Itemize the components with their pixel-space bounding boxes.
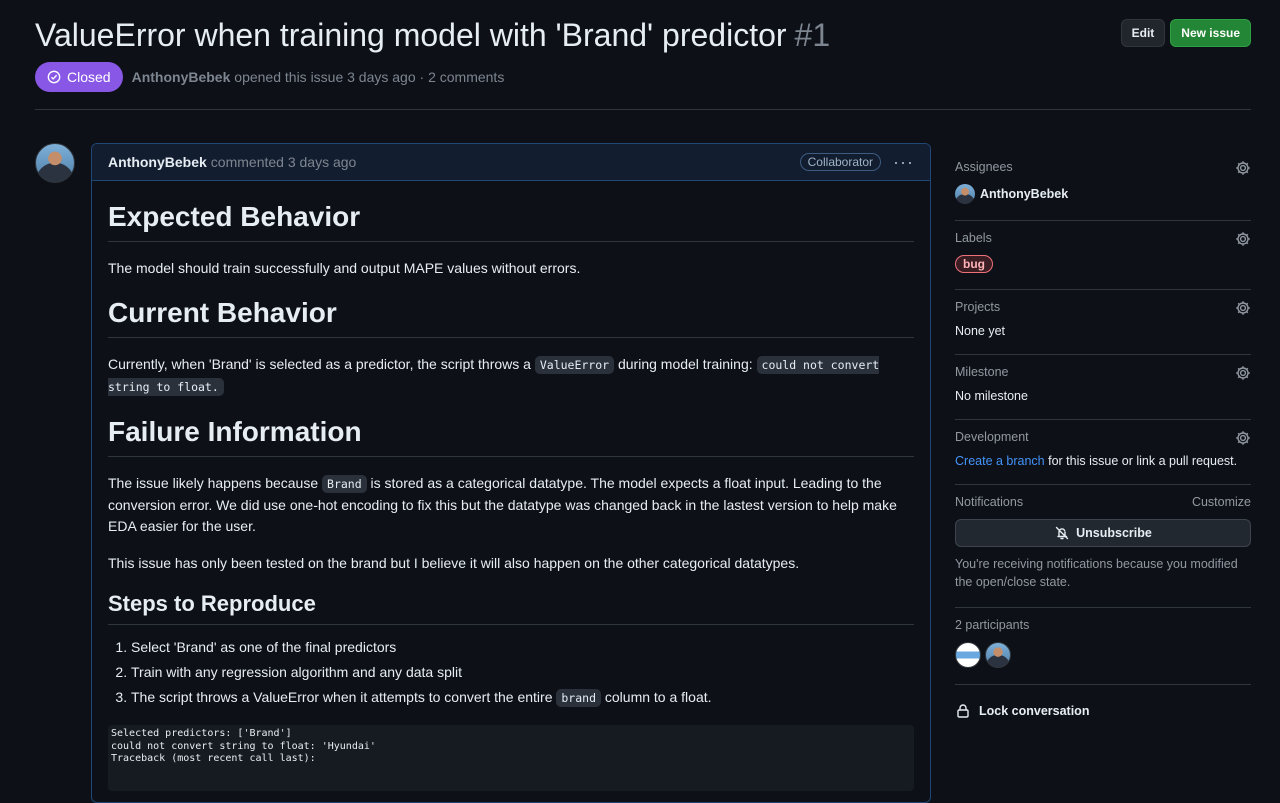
- comment-body: Expected Behavior The model should train…: [92, 181, 930, 791]
- issue-meta: Closed AnthonyBebek opened this issue 3 …: [35, 62, 504, 92]
- sidebar-participants: 2 participants: [955, 608, 1251, 685]
- issue-sidebar: Assignees AnthonyBebek Labels bug Projec…: [955, 150, 1251, 719]
- lock-icon: [957, 704, 969, 718]
- header-divider: [35, 109, 1251, 110]
- assignee-item[interactable]: AnthonyBebek: [955, 184, 1251, 204]
- code-block: Selected predictors: ['Brand'] could not …: [108, 725, 914, 791]
- header-actions: Edit New issue: [1120, 19, 1251, 47]
- inline-code: brand: [556, 689, 601, 707]
- author-link[interactable]: AnthonyBebek: [132, 69, 231, 85]
- code-line: could not convert string to float: 'Hyun…: [111, 740, 376, 752]
- sidebar-title: Milestone: [955, 365, 1009, 379]
- sidebar-development: Development Create a branch for this iss…: [955, 420, 1251, 485]
- new-issue-button[interactable]: New issue: [1170, 19, 1251, 47]
- issue-title: ValueError when training model with 'Bra…: [35, 14, 1251, 56]
- current-text-1: Currently, when 'Brand' is selected as a…: [108, 356, 535, 372]
- sidebar-title: Assignees: [955, 160, 1013, 174]
- kebab-menu-icon[interactable]: ···: [893, 153, 914, 171]
- current-text-2: during model training:: [614, 356, 757, 372]
- comment-author[interactable]: AnthonyBebek: [108, 154, 207, 170]
- gear-icon[interactable]: [1235, 430, 1251, 446]
- avatar: [955, 184, 975, 204]
- projects-value: None yet: [955, 324, 1006, 338]
- edit-button[interactable]: Edit: [1120, 19, 1166, 47]
- avatar[interactable]: [955, 642, 981, 668]
- inline-code: ValueError: [534, 356, 615, 374]
- meta-text: AnthonyBebek opened this issue 3 days ag…: [132, 69, 505, 85]
- development-text: for this issue or link a pull request.: [1044, 454, 1238, 468]
- heading-expected: Expected Behavior: [108, 199, 914, 242]
- gear-icon[interactable]: [1235, 365, 1251, 381]
- customize-link[interactable]: Customize: [1192, 495, 1251, 509]
- avatar[interactable]: [985, 642, 1011, 668]
- sidebar-title: 2 participants: [955, 618, 1030, 632]
- failure-text-note: This issue has only been tested on the b…: [108, 555, 800, 571]
- heading-failure: Failure Information: [108, 414, 914, 457]
- unsubscribe-button[interactable]: Unsubscribe: [955, 519, 1251, 547]
- issue-title-text: ValueError when training model with 'Bra…: [35, 17, 787, 53]
- step3-text-2: column to a float.: [601, 689, 712, 705]
- avatar[interactable]: [35, 143, 75, 183]
- development-value: Create a branch for this issue or link a…: [955, 454, 1251, 468]
- role-badge: Collaborator: [799, 153, 882, 171]
- notifications-note: You're receiving notifications because y…: [955, 557, 1238, 589]
- steps-list: Select 'Brand' as one of the final predi…: [108, 637, 914, 709]
- list-item: Select 'Brand' as one of the final predi…: [131, 637, 914, 658]
- milestone-value: No milestone: [955, 389, 1028, 403]
- issue-page: ValueError when training model with 'Bra…: [0, 0, 1280, 803]
- failure-text: The issue likely happens because Brand i…: [108, 473, 914, 537]
- participants-list: [955, 642, 1251, 668]
- status-label: Closed: [67, 69, 111, 85]
- check-circle-icon: [47, 70, 61, 84]
- heading-current: Current Behavior: [108, 295, 914, 338]
- sidebar-title: Labels: [955, 231, 992, 245]
- sidebar-title: Development: [955, 430, 1029, 444]
- issue-comment: AnthonyBebek commented 3 days ago Collab…: [91, 143, 931, 803]
- bug-label[interactable]: bug: [955, 255, 993, 273]
- code-line: Selected predictors: ['Brand']: [111, 728, 292, 739]
- list-item: Train with any regression algorithm and …: [131, 662, 914, 683]
- comment-header: AnthonyBebek commented 3 days ago Collab…: [92, 144, 930, 181]
- status-badge: Closed: [35, 62, 123, 92]
- sidebar-milestone: Milestone No milestone: [955, 355, 1251, 420]
- sidebar-assignees: Assignees AnthonyBebek: [955, 150, 1251, 221]
- step3-text-1: The script throws a ValueError when it a…: [131, 689, 557, 705]
- inline-code: Brand: [322, 475, 367, 493]
- sidebar-projects: Projects None yet: [955, 290, 1251, 355]
- sidebar-notifications: Notifications Customize Unsubscribe You'…: [955, 485, 1251, 608]
- failure-text-1: The issue likely happens because: [108, 475, 323, 491]
- bell-slash-icon: [1055, 526, 1069, 540]
- sidebar-labels: Labels bug: [955, 221, 1251, 290]
- unsubscribe-label: Unsubscribe: [1076, 526, 1152, 540]
- assignee-name: AnthonyBebek: [980, 187, 1069, 201]
- gear-icon[interactable]: [1235, 300, 1251, 316]
- gear-icon[interactable]: [1235, 231, 1251, 247]
- issue-number: #1: [794, 17, 831, 53]
- comment-time[interactable]: commented 3 days ago: [211, 154, 357, 170]
- gear-icon[interactable]: [1235, 160, 1251, 176]
- lock-label: Lock conversation: [979, 704, 1090, 718]
- lock-conversation-button[interactable]: Lock conversation: [955, 685, 1251, 719]
- create-branch-link[interactable]: Create a branch: [955, 454, 1045, 468]
- heading-steps: Steps to Reproduce: [108, 590, 914, 625]
- issue-header: ValueError when training model with 'Bra…: [35, 14, 1251, 58]
- expected-text: The model should train successfully and …: [108, 260, 581, 276]
- current-text: Currently, when 'Brand' is selected as a…: [108, 354, 914, 398]
- sidebar-title: Projects: [955, 300, 1001, 314]
- opened-text: opened this issue 3 days ago · 2 comment…: [234, 69, 505, 85]
- list-item: The script throws a ValueError when it a…: [131, 687, 914, 709]
- code-line: Traceback (most recent call last):: [111, 753, 316, 764]
